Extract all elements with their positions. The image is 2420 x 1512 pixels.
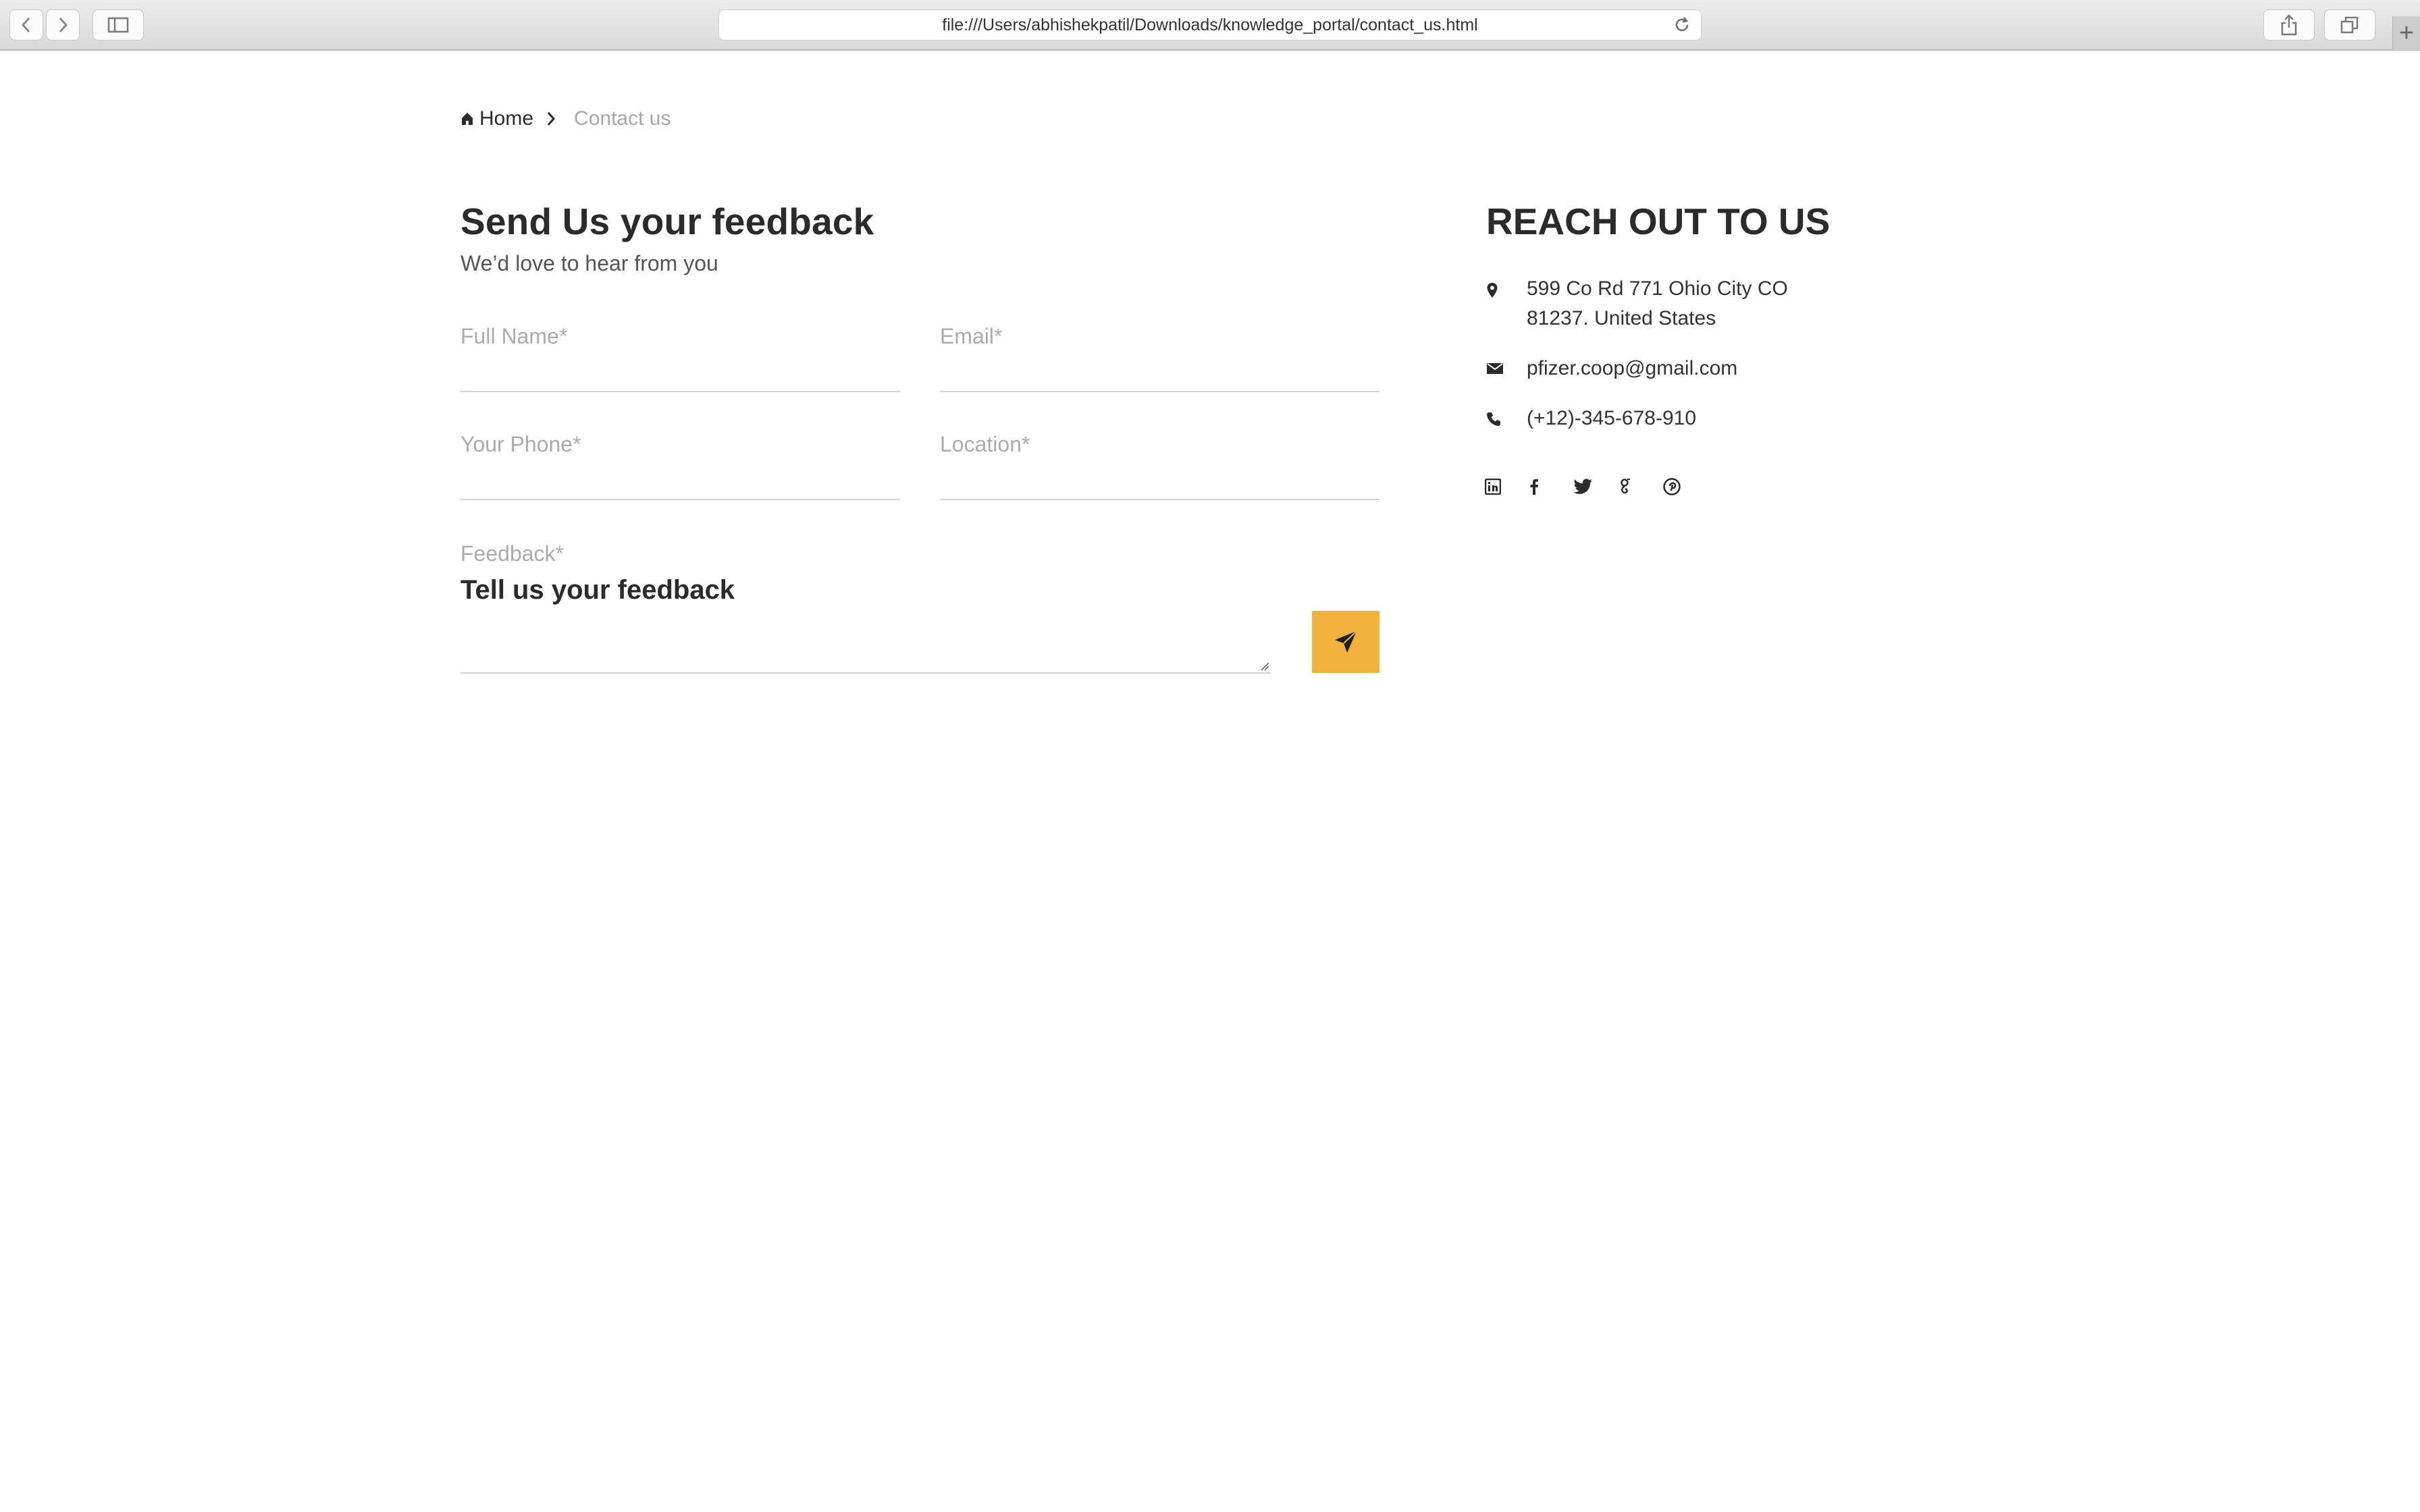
location-field: Location* bbox=[940, 432, 1379, 500]
phone-field: Your Phone* bbox=[461, 432, 900, 500]
email-row: pfizer.coop@gmail.com bbox=[1486, 354, 1737, 383]
email-label: Email* bbox=[940, 324, 1003, 348]
twitter-icon[interactable] bbox=[1574, 477, 1619, 497]
send-icon bbox=[1335, 630, 1357, 653]
form-title: Send Us your feedback bbox=[461, 200, 874, 242]
form-subtitle: We’d love to hear from you bbox=[461, 251, 718, 275]
contact-email-link[interactable]: pfizer.coop@gmail.com bbox=[1527, 354, 1737, 383]
feedback-label: Feedback* bbox=[461, 541, 564, 566]
location-label: Location* bbox=[940, 432, 1030, 456]
breadcrumb-home-link[interactable]: Home bbox=[479, 107, 533, 130]
share-icon bbox=[2281, 14, 2297, 36]
location-pin-icon bbox=[1486, 274, 1527, 298]
email-input[interactable] bbox=[940, 354, 1379, 392]
resize-grip-icon[interactable] bbox=[1259, 660, 1269, 671]
chevron-right-icon bbox=[59, 17, 68, 33]
social-links bbox=[1485, 477, 1708, 497]
pinterest-icon[interactable] bbox=[1663, 477, 1708, 497]
share-button[interactable] bbox=[2263, 9, 2315, 40]
phone-row: (+12)-345-678-910 bbox=[1486, 404, 1696, 433]
sidebar-icon bbox=[107, 17, 129, 33]
phone-input[interactable] bbox=[461, 462, 900, 500]
reload-icon[interactable] bbox=[1673, 16, 1691, 39]
location-input[interactable] bbox=[940, 462, 1379, 500]
facebook-icon[interactable] bbox=[1529, 477, 1574, 497]
address-row: 599 Co Rd 771 Ohio City CO 81237. United… bbox=[1486, 274, 1788, 333]
new-tab-button[interactable]: + bbox=[2392, 16, 2420, 50]
full-name-input[interactable] bbox=[461, 354, 900, 392]
breadcrumb-current: Contact us bbox=[574, 107, 671, 130]
address-line-1: 599 Co Rd 771 Ohio City CO bbox=[1527, 277, 1788, 300]
contact-phone: (+12)-345-678-910 bbox=[1527, 407, 1697, 429]
reach-out-title: REACH OUT TO US bbox=[1486, 200, 1831, 242]
phone-icon bbox=[1486, 404, 1527, 427]
sidebar-toggle-button[interactable] bbox=[93, 9, 144, 40]
feedback-field bbox=[461, 575, 1271, 674]
back-button[interactable] bbox=[9, 9, 43, 40]
plus-icon: + bbox=[2398, 19, 2415, 47]
address-bar[interactable]: file:///Users/abhishekpatil/Downloads/kn… bbox=[718, 9, 1702, 40]
mail-icon bbox=[1486, 354, 1527, 375]
chevron-right-icon bbox=[546, 110, 556, 128]
forward-button[interactable] bbox=[46, 9, 80, 40]
linkedin-icon[interactable] bbox=[1485, 477, 1529, 497]
feedback-textarea[interactable] bbox=[461, 575, 1271, 672]
full-name-field: Full Name* bbox=[461, 324, 900, 392]
phone-label: Your Phone* bbox=[461, 432, 581, 456]
tabs-icon bbox=[2340, 16, 2359, 34]
address-line-2: 81237. United States bbox=[1527, 307, 1716, 329]
home-icon bbox=[461, 111, 474, 126]
email-field: Email* bbox=[940, 324, 1379, 392]
google-plus-icon[interactable] bbox=[1619, 477, 1663, 497]
send-button[interactable] bbox=[1312, 611, 1379, 673]
tabs-overview-button[interactable] bbox=[2324, 9, 2375, 40]
full-name-label: Full Name* bbox=[461, 324, 568, 348]
breadcrumb: Home Contact us bbox=[461, 105, 670, 132]
browser-toolbar: file:///Users/abhishekpatil/Downloads/kn… bbox=[0, 0, 2420, 51]
url-text: file:///Users/abhishekpatil/Downloads/kn… bbox=[942, 15, 1478, 34]
chevron-left-icon bbox=[21, 17, 30, 33]
